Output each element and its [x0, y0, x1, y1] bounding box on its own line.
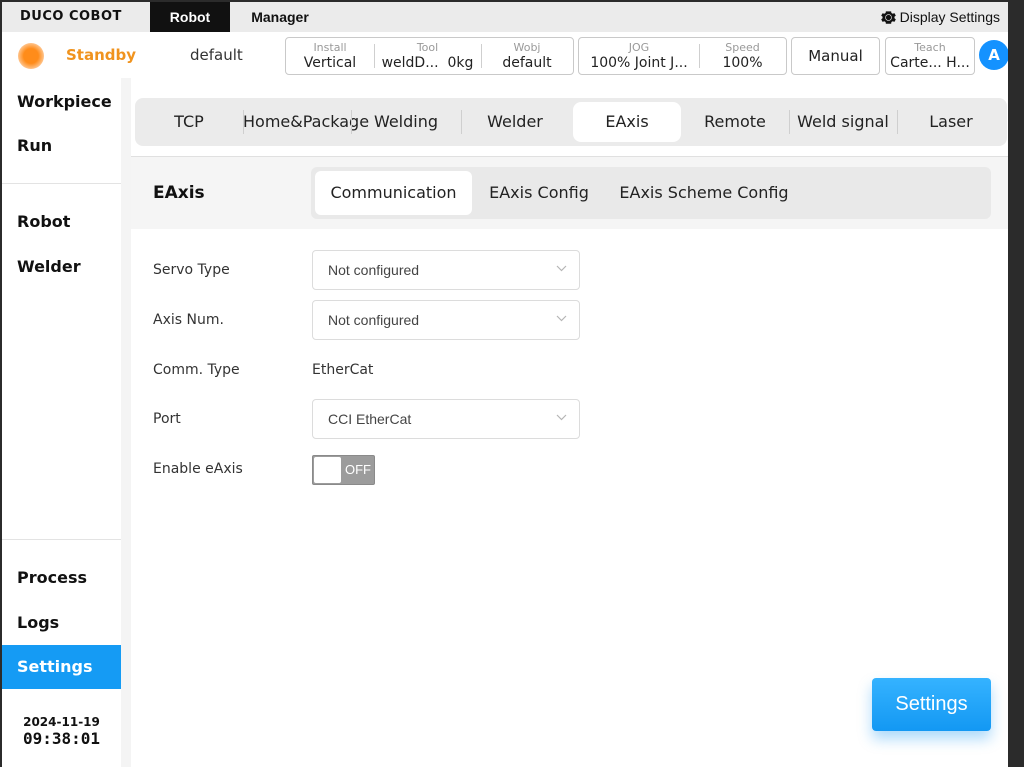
tab-weld-signal[interactable]: Weld signal — [789, 102, 897, 142]
sidebar-item-workpiece[interactable]: Workpiece — [2, 80, 121, 124]
settings-button[interactable]: Settings — [872, 678, 991, 731]
tab-welding[interactable]: Welding — [351, 102, 461, 142]
tool-cell[interactable]: Tool weldD... 0kg — [374, 38, 481, 74]
axis-num-value: Not configured — [328, 312, 420, 328]
chevron-down-icon — [556, 265, 567, 272]
toggle-state: OFF — [345, 462, 371, 477]
sidebar-divider — [2, 183, 121, 184]
section-title: EAxis — [153, 183, 205, 203]
teach-group[interactable]: Teach Carte... H... — [885, 37, 975, 75]
chevron-down-icon — [556, 315, 567, 322]
enable-eaxis-label: Enable eAxis — [153, 461, 243, 477]
app-window: DUCO COBOT Robot Manager Display Setting… — [2, 2, 1008, 767]
sidebar-item-logs[interactable]: Logs — [2, 601, 121, 645]
tab-eaxis-scheme-config[interactable]: EAxis Scheme Config — [608, 171, 800, 215]
port-label: Port — [153, 411, 181, 427]
status-indicator-icon — [18, 43, 44, 69]
clock-date: 2024-11-19 — [23, 715, 100, 729]
menu-manager[interactable]: Manager — [238, 2, 322, 32]
servo-type-value: Not configured — [328, 262, 420, 278]
install-tool-wobj-group[interactable]: Install Vertical Tool weldD... 0kg Wobj … — [285, 37, 574, 75]
servo-type-label: Servo Type — [153, 262, 230, 278]
top-menu-bar: DUCO COBOT Robot Manager Display Setting… — [2, 2, 1008, 32]
tab-laser[interactable]: Laser — [897, 102, 1005, 142]
clock: 2024-11-19 09:38:01 — [2, 715, 121, 748]
tab-tcp[interactable]: TCP — [135, 102, 243, 142]
sidebar-item-run[interactable]: Run — [2, 124, 121, 168]
mode-manual-button[interactable]: Manual — [791, 37, 880, 75]
comm-type-value: EtherCat — [312, 362, 374, 378]
sidebar-item-process[interactable]: Process — [2, 556, 121, 600]
wobj-cell[interactable]: Wobj default — [481, 38, 573, 74]
axis-num-select[interactable]: Not configured — [312, 300, 580, 340]
tab-eaxis-config[interactable]: EAxis Config — [478, 171, 600, 215]
chevron-down-icon — [556, 414, 567, 421]
sidebar-divider — [2, 539, 121, 540]
sidebar-item-welder[interactable]: Welder — [2, 245, 121, 289]
axis-num-label: Axis Num. — [153, 312, 224, 328]
menu-robot[interactable]: Robot — [150, 2, 230, 32]
port-value: CCI EtherCat — [328, 411, 412, 427]
robot-state: Standby — [66, 46, 137, 64]
teach-cell[interactable]: Teach Carte... H... — [886, 38, 974, 74]
port-select[interactable]: CCI EtherCat — [312, 399, 580, 439]
main-content: TCP Home&Package Welding Welder EAxis Re… — [131, 78, 1008, 767]
install-cell[interactable]: Install Vertical — [286, 38, 374, 74]
sidebar-item-settings[interactable]: Settings — [2, 645, 121, 689]
section-header: EAxis Communication EAxis Config EAxis S… — [131, 157, 1008, 229]
project-name[interactable]: default — [190, 46, 243, 64]
settings-tabs: TCP Home&Package Welding Welder EAxis Re… — [135, 98, 1007, 146]
tab-remote[interactable]: Remote — [681, 102, 789, 142]
tab-home-package[interactable]: Home&Package — [243, 102, 369, 142]
tab-eaxis[interactable]: EAxis — [573, 102, 681, 142]
clock-time: 09:38:01 — [22, 729, 101, 748]
sidebar: Workpiece Run Robot Welder Process Logs … — [2, 78, 121, 767]
tab-communication[interactable]: Communication — [315, 171, 472, 215]
eaxis-sub-tabs: Communication EAxis Config EAxis Scheme … — [311, 167, 991, 219]
sidebar-item-robot[interactable]: Robot — [2, 200, 121, 244]
servo-type-select[interactable]: Not configured — [312, 250, 580, 290]
tab-welder[interactable]: Welder — [461, 102, 569, 142]
toggle-knob — [314, 457, 341, 483]
display-settings-button[interactable]: Display Settings — [880, 2, 1000, 32]
speed-cell[interactable]: Speed 100% — [699, 38, 786, 74]
display-settings-label: Display Settings — [899, 9, 1000, 25]
duco-logo: DUCO COBOT — [20, 9, 122, 24]
gear-icon — [880, 10, 896, 24]
status-bar: Standby default Install Vertical Tool we… — [2, 32, 1008, 78]
comm-type-label: Comm. Type — [153, 362, 240, 378]
avatar[interactable]: A — [979, 40, 1008, 70]
jog-cell[interactable]: JOG 100% Joint J... — [579, 38, 699, 74]
enable-eaxis-toggle[interactable]: OFF — [312, 455, 375, 485]
jog-speed-group[interactable]: JOG 100% Joint J... Speed 100% — [578, 37, 787, 75]
